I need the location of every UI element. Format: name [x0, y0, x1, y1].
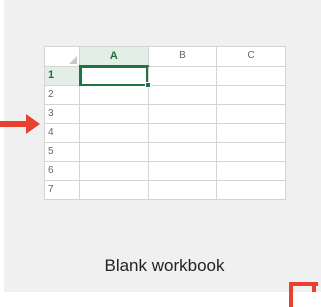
- grid-row: 1: [44, 65, 286, 88]
- cell: [216, 65, 286, 86]
- grid-row: 5: [44, 142, 286, 162]
- cell: [79, 123, 149, 143]
- row-header-7: 7: [44, 180, 80, 200]
- cell: [79, 180, 149, 200]
- grid-row: 7: [44, 180, 286, 200]
- arrow-right-icon: [0, 114, 40, 134]
- workbook-preview-grid: A B C 1 2 3 4 5 6 7: [44, 46, 286, 200]
- select-all-triangle-icon: [69, 55, 77, 64]
- cell: [216, 142, 286, 162]
- bracket-icon: [289, 282, 318, 307]
- column-header-row: A B C: [44, 46, 286, 67]
- select-all-corner: [44, 46, 80, 67]
- cell: [79, 104, 149, 124]
- column-header-a: A: [79, 46, 149, 67]
- blank-workbook-tile[interactable]: A B C 1 2 3 4 5 6 7 Blank workbook: [4, 0, 321, 292]
- cell: [147, 142, 218, 162]
- screenshot-stage: A B C 1 2 3 4 5 6 7 Blank workbook: [0, 0, 321, 307]
- cell: [147, 85, 218, 105]
- cell: [216, 161, 286, 181]
- grid-row: 6: [44, 161, 286, 181]
- cell: [147, 161, 218, 181]
- grid-row: 2: [44, 85, 286, 105]
- cell: [79, 161, 149, 181]
- cell: [147, 65, 218, 86]
- cell: [216, 85, 286, 105]
- row-header-4: 4: [44, 123, 80, 143]
- fill-handle-icon: [144, 82, 151, 88]
- cell: [147, 123, 218, 143]
- grid-row: 3: [44, 104, 286, 124]
- column-header-c: C: [216, 46, 286, 67]
- cell: [216, 180, 286, 200]
- cell: [147, 104, 218, 124]
- cell: [79, 142, 149, 162]
- cell: [79, 85, 149, 105]
- column-header-b: B: [147, 46, 218, 67]
- row-header-3: 3: [44, 104, 80, 124]
- cell: [147, 180, 218, 200]
- row-header-1: 1: [44, 65, 81, 86]
- row-header-5: 5: [44, 142, 80, 162]
- grid-row: 4: [44, 123, 286, 143]
- cell: [216, 104, 286, 124]
- cell: [216, 123, 286, 143]
- tile-caption: Blank workbook: [104, 256, 225, 275]
- row-header-2: 2: [44, 85, 80, 105]
- selected-cell-a1: [79, 65, 151, 88]
- row-header-6: 6: [44, 161, 80, 181]
